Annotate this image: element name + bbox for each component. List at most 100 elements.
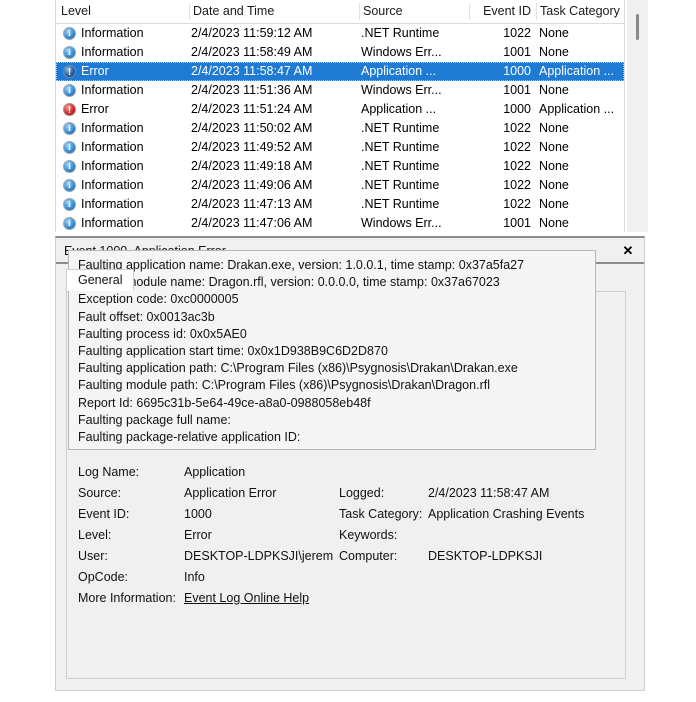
information-icon: i: [63, 160, 76, 173]
information-icon: i: [63, 179, 76, 192]
information-icon: i: [63, 84, 76, 97]
event-field-grid: Log Name: Application Source: Applicatio…: [68, 462, 598, 612]
information-icon: i: [63, 217, 76, 230]
cell-date-and-time: 2/4/2023 11:58:47 AM: [191, 62, 371, 81]
cell-level: iInformation: [61, 176, 191, 195]
cell-level-text: Information: [81, 138, 144, 157]
column-header-source[interactable]: Source: [363, 0, 469, 23]
cell-event-id: 1022: [471, 157, 531, 176]
cell-date-and-time: 2/4/2023 11:47:06 AM: [191, 214, 371, 232]
log-name-label: Log Name:: [78, 462, 139, 483]
cell-date-and-time: 2/4/2023 11:49:18 AM: [191, 157, 371, 176]
event-log-online-help-link[interactable]: Event Log Online Help: [184, 588, 309, 609]
cell-level-text: Error: [81, 100, 109, 119]
event-list[interactable]: Level Date and Time Source Event ID Task…: [55, 0, 625, 232]
field-row-source: Source: Application Error Logged: 2/4/20…: [68, 483, 598, 504]
event-id-value: 1000: [184, 504, 212, 525]
description-line: Faulting package full name:: [78, 412, 587, 429]
error-icon: !: [63, 103, 76, 116]
cell-source: Windows Err...: [361, 43, 471, 62]
table-row[interactable]: !Error2/4/2023 11:58:47 AMApplication ..…: [56, 62, 624, 81]
cell-source: .NET Runtime: [361, 138, 471, 157]
cell-task-category: None: [539, 81, 624, 100]
cell-event-id: 1000: [471, 100, 531, 119]
table-row[interactable]: ! Error 2/4/2023 11:51:24 AM Application ..…: [56, 100, 624, 119]
column-header-date-and-time[interactable]: Date and Time: [193, 0, 359, 23]
table-row[interactable]: i Information 2/4/2023 11:47:06 AMWindows …: [56, 214, 624, 232]
task-category-label: Task Category:: [339, 504, 422, 525]
cell-task-category: None: [539, 195, 624, 214]
description-line: Faulting module path: C:\Program Files (…: [78, 377, 587, 394]
cell-level: i Information: [61, 214, 191, 232]
information-icon: i: [63, 46, 76, 59]
column-separator[interactable]: [359, 3, 360, 20]
cell-task-category: Application ...: [539, 62, 624, 81]
cell-date-and-time: 2/4/2023 11:49:52 AM: [191, 138, 371, 157]
cell-level: i Information: [61, 138, 191, 157]
cell-level-text: Information: [81, 157, 144, 176]
table-row[interactable]: iInformation2/4/2023 11:47:13 AM.NET Run…: [56, 195, 624, 214]
cell-event-id: 1022: [471, 176, 531, 195]
column-separator[interactable]: [536, 3, 537, 20]
user-value: DESKTOP-LDPKSJI\jerem: [184, 546, 333, 567]
cell-source: .NET Runtime: [361, 119, 471, 138]
tab-general[interactable]: General: [66, 269, 134, 291]
cell-source: Application ...: [361, 62, 471, 81]
table-row[interactable]: i Information 2/4/2023 11:58:49 AMWindows …: [56, 43, 624, 62]
opcode-label: OpCode:: [78, 567, 128, 588]
cell-event-id: 1000: [471, 62, 531, 81]
column-header-level[interactable]: Level: [61, 0, 189, 23]
information-icon: i: [63, 198, 76, 211]
column-header-event-id[interactable]: Event ID: [471, 0, 531, 23]
cell-task-category: None: [539, 138, 624, 157]
cell-event-id: 1022: [471, 195, 531, 214]
column-separator[interactable]: [189, 3, 190, 20]
cell-level: iInformation: [61, 24, 191, 43]
description-line: Faulting module name: Dragon.rfl, versio…: [78, 274, 587, 291]
event-description-textbox[interactable]: Faulting application name: Drakan.exe, v…: [68, 250, 596, 450]
opcode-value: Info: [184, 567, 205, 588]
cell-task-category: Application ...: [539, 100, 624, 119]
cell-date-and-time: 2/4/2023 11:51:24 AM: [191, 100, 371, 119]
description-line: Faulting application start time: 0x0x1D9…: [78, 343, 587, 360]
cell-date-and-time: 2/4/2023 11:58:49 AM: [191, 43, 371, 62]
event-list-header: Level Date and Time Source Event ID Task…: [56, 0, 624, 24]
cell-level-text: Information: [81, 43, 144, 62]
source-value: Application Error: [184, 483, 276, 504]
table-row[interactable]: i Information 2/4/2023 11:51:36 AMWindows …: [56, 81, 624, 100]
event-list-body: iInformation2/4/2023 11:59:12 AM.NET Run…: [56, 24, 624, 232]
information-icon: i: [63, 141, 76, 154]
cell-level-text: Information: [81, 81, 144, 100]
table-row[interactable]: iInformation2/4/2023 11:50:02 AM.NET Run…: [56, 119, 624, 138]
cell-level: !Error: [61, 62, 191, 81]
keywords-label: Keywords:: [339, 525, 397, 546]
logged-value: 2/4/2023 11:58:47 AM: [428, 483, 549, 504]
log-name-value: Application: [184, 462, 245, 483]
cell-level: i Information: [61, 157, 191, 176]
cell-task-category: None: [539, 176, 624, 195]
cell-event-id: 1022: [471, 119, 531, 138]
cell-task-category: None: [539, 119, 624, 138]
cell-source: Windows Err...: [361, 81, 471, 100]
computer-label: Computer:: [339, 546, 397, 567]
event-list-scrollbar[interactable]: [627, 0, 648, 232]
event-id-label: Event ID:: [78, 504, 129, 525]
column-separator[interactable]: [469, 3, 470, 20]
table-row[interactable]: iInformation2/4/2023 11:49:06 AM.NET Run…: [56, 176, 624, 195]
close-icon[interactable]: ✕: [620, 238, 636, 264]
description-line: Fault offset: 0x0013ac3b: [78, 309, 587, 326]
cell-level: iInformation: [61, 195, 191, 214]
cell-level-text: Information: [81, 214, 144, 232]
information-icon: i: [63, 27, 76, 40]
cell-task-category: None: [539, 157, 624, 176]
scrollbar-thumb[interactable]: [636, 14, 639, 40]
cell-date-and-time: 2/4/2023 11:51:36 AM: [191, 81, 371, 100]
table-row[interactable]: i Information 2/4/2023 11:49:52 AM.NET Run…: [56, 138, 624, 157]
cell-date-and-time: 2/4/2023 11:47:13 AM: [191, 195, 371, 214]
table-row[interactable]: iInformation2/4/2023 11:49:18 AM.NET Run…: [56, 157, 624, 176]
table-row[interactable]: iInformation2/4/2023 11:59:12 AM.NET Run…: [56, 24, 624, 43]
description-line: Exception code: 0xc0000005: [78, 291, 587, 308]
cell-source: Windows Err...: [361, 214, 471, 232]
column-header-task-category[interactable]: Task Category: [540, 0, 624, 23]
field-row-more-information: More Information: Event Log Online Help: [68, 588, 598, 609]
